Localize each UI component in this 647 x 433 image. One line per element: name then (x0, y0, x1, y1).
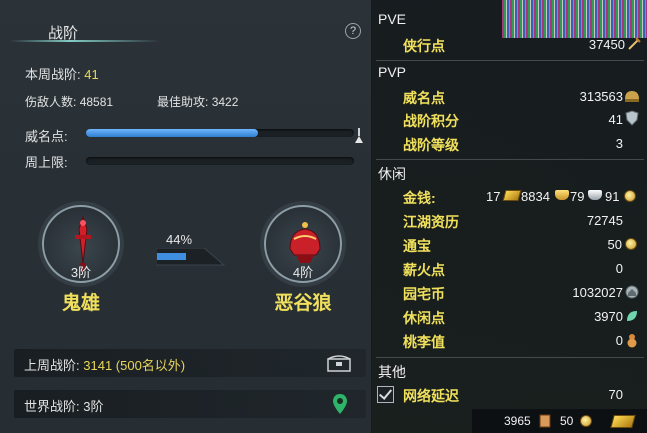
weekly-rank-value: 41 (84, 67, 99, 82)
location-pin-icon[interactable] (332, 393, 348, 415)
gold-ingot-icon (555, 190, 569, 200)
weekly-cap-bar (86, 157, 354, 165)
pvp-prestige-label: 威名点 (403, 90, 445, 106)
weekly-cap-label: 周上限: (25, 155, 68, 170)
panel-title: 战阶 (48, 25, 79, 42)
pvp-rank-score-value: 41 (608, 112, 623, 127)
leisure-item-label: 桃李值 (403, 334, 445, 350)
best-assist-value: 3422 (211, 95, 239, 109)
divider (376, 357, 644, 358)
kills-row: 伤敌人数: 48581 (25, 93, 113, 110)
leisure-item-label: 休闲点 (403, 310, 445, 326)
current-rank-name: 鬼雄 (61, 293, 100, 314)
best-assist-label: 最佳助攻: (157, 95, 209, 109)
last-week-rank-row: 上周战阶: 3141 (500名以外) (14, 349, 366, 377)
pvp-rank-level-value: 3 (615, 136, 623, 151)
leisure-item-value: 0 (615, 261, 623, 276)
next-rank-name: 恶谷狼 (274, 293, 332, 314)
leisure-section-header: 休闲 (378, 166, 406, 182)
coin-count-value: 50 (560, 414, 574, 428)
kills-label: 伤敌人数: (25, 95, 77, 109)
sword-icon (628, 37, 641, 50)
silver-ingot-icon (588, 190, 602, 200)
helmet-icon (625, 91, 639, 102)
kills-value: 48581 (79, 95, 114, 109)
leaf-icon (627, 311, 637, 321)
help-icon[interactable]: ? (345, 23, 361, 39)
coin-icon (625, 238, 637, 250)
network-latency-checkbox[interactable] (377, 386, 394, 403)
header-decoration (10, 40, 160, 42)
prestige-bar (86, 129, 354, 137)
other-section-header: 其他 (378, 364, 406, 380)
leisure-item-value: 1032027 (572, 285, 623, 300)
leisure-item-value: 72745 (586, 213, 623, 228)
leisure-item-label: 薪火点 (403, 262, 445, 278)
prestige-bar-fill (86, 129, 258, 137)
rank-progress-arrow (156, 248, 226, 266)
coin-icon (580, 415, 592, 427)
gold-ingot-icon[interactable] (610, 415, 636, 428)
leisure-item-label: 通宝 (403, 238, 431, 254)
leisure-item-value: 50 (607, 237, 622, 252)
world-rank-value: 3阶 (83, 399, 104, 414)
pve-item-value: 37450 (588, 37, 625, 52)
last-week-rank-label: 上周战阶: (24, 358, 80, 373)
leisure-item-label: 江湖资历 (403, 214, 459, 230)
divider (376, 60, 644, 61)
money-copper: 91 (605, 189, 620, 204)
pvp-section-header: PVP (378, 64, 407, 80)
current-rank-level: 3阶 (70, 265, 92, 280)
pve-item-label: 侠行点 (403, 38, 445, 54)
pve-section-header: PVE (378, 11, 407, 27)
currency-panel: PVE 侠行点 37450 PVP 威名点 313563 战阶积分 41 战阶等… (372, 0, 647, 433)
money-silver: 79 (570, 189, 585, 204)
leisure-item-label: 园宅币 (403, 286, 445, 302)
network-latency-value: 70 (608, 387, 623, 402)
header-overlay-decoration (502, 0, 647, 38)
weekly-rank-row: 本周战阶: 41 (25, 64, 99, 83)
last-week-rank-text: 上周战阶: 3141 (500名以外) (24, 355, 185, 374)
pvp-rank-score-label: 战阶积分 (403, 113, 459, 129)
leisure-item-value: 0 (615, 333, 623, 348)
network-latency-label: 网络延迟 (403, 388, 459, 404)
money-gold-bars: 17 (486, 189, 501, 204)
world-rank-row: 世界战阶: 3阶 (14, 390, 366, 418)
leisure-item-value: 3970 (594, 309, 623, 324)
shield-icon (625, 110, 639, 126)
divider (376, 159, 644, 160)
world-rank-label: 世界战阶: (24, 399, 80, 414)
weekly-rank-label: 本周战阶: (25, 67, 81, 82)
panel-header: 战阶 (0, 10, 372, 46)
money-label: 金钱: (403, 190, 436, 206)
pvp-prestige-value: 313563 (579, 89, 623, 104)
house-coin-icon (625, 285, 639, 299)
flag-icon (355, 128, 363, 144)
prestige-label: 威名点: (25, 129, 68, 144)
rank-progress-percent: 44% (166, 232, 193, 247)
scroll-icon (539, 414, 551, 428)
money-gold: 8834 (521, 189, 550, 204)
pvp-rank-level-label: 战阶等级 (403, 137, 459, 153)
world-rank-text: 世界战阶: 3阶 (24, 396, 103, 415)
gold-bar-icon (502, 190, 522, 201)
bottom-status-bar: 3965 50 (472, 409, 647, 433)
best-assist-row: 最佳助攻: 3422 (157, 93, 238, 110)
stamina-value: 3965 (504, 414, 531, 428)
chest-icon[interactable] (327, 354, 351, 372)
battle-rank-panel: 战阶 ? 本周战阶: 41 伤敌人数: 48581 最佳助攻: 3422 威名点… (0, 0, 372, 433)
copper-coin-icon (624, 190, 636, 202)
gourd-icon (627, 334, 637, 348)
next-rank-level: 4阶 (292, 265, 314, 280)
last-week-rank-value: 3141 (500名以外) (83, 358, 186, 373)
